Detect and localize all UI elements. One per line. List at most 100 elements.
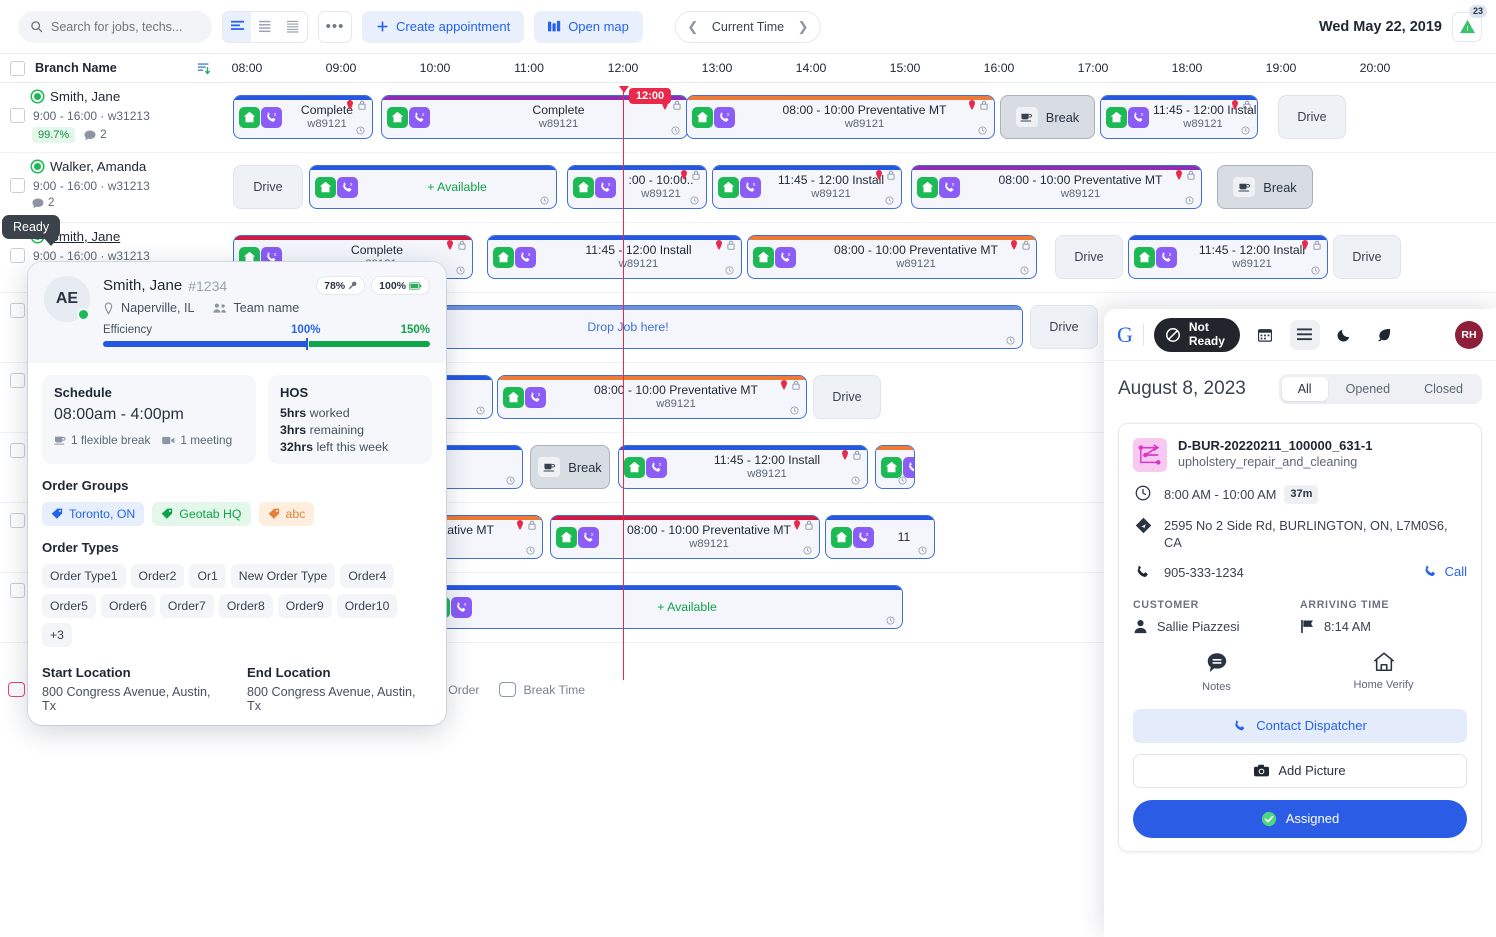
- assigned-button[interactable]: Assigned: [1133, 800, 1467, 838]
- row-checkbox[interactable]: [10, 513, 25, 528]
- mobile-filter-all[interactable]: All: [1282, 377, 1328, 401]
- order-type-chip[interactable]: Order Type1: [42, 564, 126, 588]
- drive-block[interactable]: Drive: [813, 375, 881, 419]
- break-block[interactable]: Break: [1000, 95, 1095, 139]
- technician-name[interactable]: Walker, Amanda: [32, 159, 225, 174]
- order-type-chip[interactable]: Order9: [278, 594, 332, 618]
- more-options-button[interactable]: •••: [318, 11, 352, 43]
- job-block[interactable]: x11: [825, 515, 935, 559]
- home-verify-action[interactable]: Home Verify: [1300, 651, 1467, 693]
- order-group-tag[interactable]: Toronto, ON: [42, 502, 144, 526]
- drive-block[interactable]: Drive: [1333, 235, 1401, 279]
- alerts-button[interactable]: 23 !: [1452, 12, 1482, 42]
- contact-dispatcher-button[interactable]: Contact Dispatcher: [1133, 709, 1467, 743]
- prev-time-button[interactable]: ❮: [682, 15, 704, 39]
- job-block[interactable]: x08:00 - 10:00 Preventative MTw89121: [497, 375, 807, 419]
- row-checkbox[interactable]: [10, 248, 25, 263]
- job-accent-bar: [826, 516, 934, 520]
- search-icon: [30, 20, 43, 33]
- lock-icon: [1243, 100, 1251, 110]
- search-input[interactable]: [51, 20, 200, 34]
- open-map-button[interactable]: Open map: [534, 11, 643, 43]
- order-type-chip[interactable]: Order2: [131, 564, 185, 588]
- svg-text:x: x: [608, 182, 611, 188]
- refresh-icon: [671, 126, 680, 135]
- job-block[interactable]: x08:00 - 10:00 Preventative MTw89121: [911, 165, 1202, 209]
- mobile-user-avatar[interactable]: RH: [1455, 321, 1483, 349]
- row-checkbox[interactable]: [10, 443, 25, 458]
- popup-utilization-value: 78%: [324, 280, 345, 292]
- lock-icon: [458, 240, 466, 250]
- order-group-tag[interactable]: Geotab HQ: [152, 502, 250, 526]
- view-mode-dense-button[interactable]: [223, 12, 251, 42]
- technician-comments[interactable]: 2: [32, 197, 54, 209]
- calendar-icon[interactable]: [1250, 320, 1280, 350]
- job-block[interactable]: x08:00 - 10:00 Preventative MTw89121: [686, 95, 995, 139]
- list-icon[interactable]: [1290, 320, 1320, 350]
- mobile-filter-opened[interactable]: Opened: [1330, 377, 1406, 401]
- technician-name[interactable]: Smith, Jane: [32, 89, 225, 104]
- technician-hours: 9:00 - 16:00 · w31213: [33, 109, 150, 123]
- alerts-count-badge: 23: [1469, 5, 1487, 18]
- job-block[interactable]: xCompletew89121: [233, 95, 373, 139]
- drive-block[interactable]: Drive: [1030, 305, 1098, 349]
- order-type-chip[interactable]: Order7: [160, 594, 214, 618]
- order-type-chip[interactable]: Order5: [42, 594, 96, 618]
- order-type-chip[interactable]: Order8: [219, 594, 273, 618]
- order-type-chip[interactable]: Order4: [340, 564, 394, 588]
- order-type-chip[interactable]: +3: [42, 623, 72, 647]
- view-mode-compact-button[interactable]: [279, 12, 307, 42]
- call-button[interactable]: Call: [1423, 564, 1467, 579]
- row-checkbox[interactable]: [10, 178, 25, 193]
- job-block[interactable]: x+ Available: [423, 585, 903, 629]
- lock-icon: [727, 240, 735, 250]
- break-block[interactable]: Break: [1217, 165, 1313, 209]
- order-type-chip[interactable]: New Order Type: [231, 564, 336, 588]
- next-time-button[interactable]: ❯: [792, 15, 814, 39]
- missed-call-icon: x: [1156, 247, 1177, 268]
- job-block[interactable]: x:00 - 10:00..w89121: [567, 165, 707, 209]
- refresh-icon: [886, 616, 895, 625]
- search-input-wrapper[interactable]: [18, 11, 212, 43]
- job-text: 11:45 - 12:00 Installw89121: [536, 243, 741, 270]
- current-time-label[interactable]: Current Time: [708, 20, 788, 34]
- popup-chips: 78% 100%: [316, 276, 430, 295]
- technician-comments[interactable]: 2: [84, 129, 106, 141]
- row-checkbox[interactable]: [10, 583, 25, 598]
- break-block[interactable]: Break: [530, 445, 610, 489]
- row-checkbox[interactable]: [10, 108, 25, 123]
- select-all-checkbox[interactable]: [10, 61, 25, 76]
- row-checkbox[interactable]: [10, 303, 25, 318]
- mobile-filter-closed[interactable]: Closed: [1408, 377, 1479, 401]
- notes-action[interactable]: Notes: [1133, 651, 1300, 693]
- geotab-leaf-icon[interactable]: [1370, 320, 1400, 350]
- job-block[interactable]: x11:45 - 12:00 Installw89121: [487, 235, 742, 279]
- job-label: 08:00 - 10:00 Preventative MT: [800, 243, 1032, 257]
- order-group-tag[interactable]: abc: [259, 502, 315, 526]
- job-block[interactable]: x11:45 - 12:00 Installw89121: [1100, 95, 1258, 139]
- create-appointment-button[interactable]: Create appointment: [362, 11, 524, 43]
- job-block[interactable]: x08:00 - 10:00 Preventative MTw89121: [747, 235, 1037, 279]
- order-type-chip[interactable]: Order10: [337, 594, 398, 618]
- job-block[interactable]: x11:45 - 12:00 Installw89121: [712, 165, 902, 209]
- drive-block[interactable]: Drive: [1278, 95, 1346, 139]
- mobile-status-toggle[interactable]: Not Ready: [1154, 318, 1240, 352]
- mobile-job-card[interactable]: D-BUR-20220211_100000_631-1 upholstery_r…: [1118, 423, 1482, 852]
- sort-icon[interactable]: [197, 61, 211, 75]
- dark-mode-moon-icon[interactable]: [1330, 320, 1360, 350]
- job-block[interactable]: x11:45 - 12:00 Installw89121: [618, 445, 868, 489]
- order-type-chip[interactable]: Or1: [189, 564, 225, 588]
- add-picture-button[interactable]: Add Picture: [1133, 754, 1467, 788]
- pin-icon: [968, 100, 976, 110]
- drive-block[interactable]: Drive: [1055, 235, 1123, 279]
- job-block[interactable]: x+ Available: [309, 165, 557, 209]
- map-icon: [548, 20, 561, 33]
- order-type-chip[interactable]: Order6: [101, 594, 155, 618]
- technician-name[interactable]: Smith, Jane: [32, 229, 225, 244]
- view-mode-medium-button[interactable]: [251, 12, 279, 42]
- job-block[interactable]: x: [875, 445, 915, 489]
- row-checkbox[interactable]: [10, 373, 25, 388]
- job-block[interactable]: x11:45 - 12:00 Installw89121: [1128, 235, 1328, 279]
- drive-block[interactable]: Drive: [233, 165, 303, 209]
- job-block[interactable]: x08:00 - 10:00 Preventative MTw89121: [550, 515, 820, 559]
